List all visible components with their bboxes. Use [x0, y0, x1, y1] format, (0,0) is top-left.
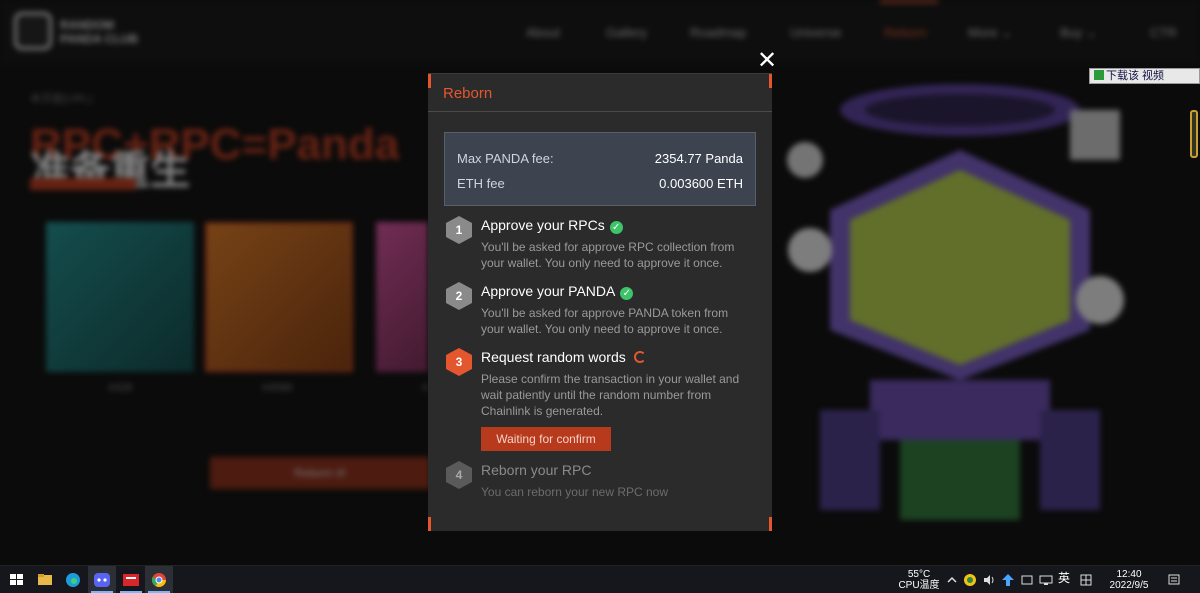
logo-line-2: PANDA CLUB: [60, 32, 138, 46]
chrome-browser-icon[interactable]: [148, 570, 170, 590]
nav-more[interactable]: More ⌄: [968, 25, 1012, 41]
check-circle-icon: ✓: [620, 287, 634, 300]
clock[interactable]: 12:40 2022/9/5: [1104, 569, 1154, 591]
fee-label: Max PANDA fee:: [457, 151, 554, 166]
file-explorer-icon[interactable]: [34, 570, 56, 590]
cpu-temp-label: CPU温度: [898, 580, 940, 591]
modal-corner-accent: [769, 74, 772, 88]
step-description: You'll be asked for approve RPC collecti…: [481, 240, 735, 270]
nav-universe[interactable]: Universe: [790, 25, 841, 40]
clock-time: 12:40: [1116, 569, 1142, 580]
nav-active-indicator: [880, 0, 938, 3]
step-description: You'll be asked for approve PANDA token …: [481, 306, 729, 336]
red-app-icon[interactable]: [120, 570, 142, 590]
speaker-icon[interactable]: [982, 573, 996, 587]
step-number-badge: 1: [446, 216, 472, 244]
chevron-up-icon[interactable]: [946, 574, 958, 586]
modal-corner-accent: [428, 517, 431, 531]
nav-reborn[interactable]: Reborn: [884, 25, 927, 40]
nav-buy[interactable]: Buy ⌄: [1060, 25, 1097, 41]
upload-arrow-icon[interactable]: [1001, 573, 1015, 587]
network-icon[interactable]: [1039, 573, 1053, 587]
fee-summary: Max PANDA fee: 2354.77 Panda ETH fee 0.0…: [444, 132, 756, 206]
reborn-machine-illustration: [787, 84, 1124, 520]
ime-grid-icon[interactable]: [1079, 573, 1093, 587]
close-modal-button[interactable]: ✕: [756, 49, 778, 73]
step-title: Reborn your RPC: [481, 462, 592, 478]
fee-row-panda: Max PANDA fee: 2354.77 Panda: [457, 151, 743, 166]
breadcrumb: 本页面(URL): [30, 93, 93, 105]
nft-card-2[interactable]: [205, 222, 353, 372]
fee-value: 0.003600 ETH: [659, 176, 743, 191]
site-logo-text: RANDOM PANDA CLUB: [60, 18, 170, 46]
background-reborn-button[interactable]: Reborn it!: [210, 457, 430, 489]
loading-spinner-icon: [633, 351, 646, 363]
clock-date: 2022/9/5: [1109, 580, 1149, 591]
windows-taskbar: 55°C CPU温度 英 12:40 2022/9/5: [0, 565, 1200, 593]
play-icon: [1094, 70, 1104, 80]
nav-gallery[interactable]: Gallery: [606, 25, 647, 40]
cpu-temp-value: 55°C: [907, 569, 931, 580]
ime-language-indicator[interactable]: 英: [1056, 572, 1072, 584]
nav-roadmap[interactable]: Roadmap: [690, 25, 746, 40]
nft-card-1[interactable]: [46, 222, 194, 372]
windows-start-icon[interactable]: [6, 570, 28, 590]
cpu-temperature[interactable]: 55°C CPU温度: [896, 569, 942, 591]
step-title-row: Request random words: [481, 349, 646, 365]
step-description: You can reborn your new RPC now: [481, 485, 668, 499]
step-title-row: Approve your RPCs ✓: [481, 217, 623, 234]
step-number: 3: [455, 355, 463, 369]
screen: RANDOM PANDA CLUB About Gallery Roadmap …: [0, 0, 1200, 593]
step-number-badge: 3: [446, 348, 472, 376]
modal-title: Reborn: [428, 74, 772, 112]
step-number: 1: [455, 223, 463, 237]
step-number: 4: [455, 468, 463, 482]
step-title: Request random words: [481, 349, 626, 365]
step-number: 2: [455, 289, 463, 303]
step-title: Approve your RPCs: [481, 217, 605, 233]
download-video-label: 下载该 视频: [1106, 70, 1165, 82]
nav-about[interactable]: About: [526, 25, 560, 40]
edge-browser-icon[interactable]: [62, 570, 84, 590]
discord-icon[interactable]: [91, 570, 113, 590]
modal-corner-accent: [428, 74, 431, 88]
nav-ctr[interactable]: CTR: [1150, 25, 1177, 40]
hero-underline: [30, 178, 136, 190]
site-nav: RANDOM PANDA CLUB About Gallery Roadmap …: [0, 0, 1200, 64]
step-description: Please confirm the transaction in your w…: [481, 372, 740, 418]
scroll-handle[interactable]: [1190, 110, 1198, 158]
fee-row-eth: ETH fee 0.003600 ETH: [457, 176, 743, 191]
reborn-modal: Reborn Max PANDA fee: 2354.77 Panda ETH …: [428, 73, 772, 531]
logo-line-1: RANDOM: [60, 18, 114, 32]
step-number-badge: 2: [446, 282, 472, 310]
nft-card-label-1: #428: [108, 382, 133, 394]
tray-app-icon[interactable]: [963, 573, 977, 587]
panda-logo-icon[interactable]: [14, 12, 52, 50]
download-video-widget[interactable]: 下载该 视频: [1089, 68, 1200, 84]
step-title: Approve your PANDA: [481, 283, 616, 299]
fee-value: 2354.77 Panda: [654, 151, 743, 166]
step-title-row: Approve your PANDA ✓: [481, 283, 634, 300]
nft-card-3[interactable]: [376, 222, 428, 372]
step-number-badge: 4: [446, 461, 472, 489]
screen-cast-icon[interactable]: [1020, 573, 1034, 587]
notification-icon[interactable]: [1167, 573, 1181, 587]
modal-corner-accent: [769, 517, 772, 531]
fee-label: ETH fee: [457, 176, 505, 191]
check-circle-icon: ✓: [609, 221, 623, 234]
nft-card-label-2: #4586: [262, 382, 293, 394]
waiting-for-confirm-button[interactable]: Waiting for confirm: [481, 427, 611, 451]
